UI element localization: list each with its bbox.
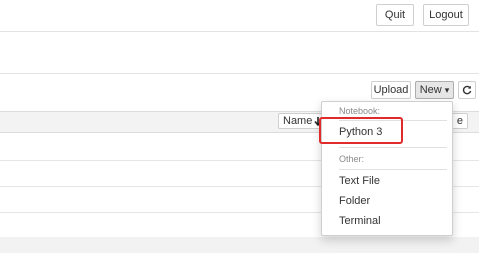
menu-divider <box>339 147 447 148</box>
jupyter-file-browser: Quit Logout Upload New ▾ Name e Notebook… <box>0 0 479 253</box>
page-footer <box>0 237 479 253</box>
menu-item-text-file[interactable]: Text File <box>339 175 380 187</box>
toolbar-divider <box>0 73 479 74</box>
new-dropdown-button[interactable]: New ▾ <box>415 81 454 99</box>
name-column-label: Name <box>283 115 313 127</box>
header-divider <box>0 31 479 32</box>
quit-button[interactable]: Quit <box>376 4 414 26</box>
other-section-header: Other: <box>339 154 365 164</box>
menu-divider <box>339 169 447 170</box>
notebook-section-header: Notebook: <box>339 106 381 116</box>
refresh-icon <box>462 85 472 95</box>
chevron-down-icon: ▾ <box>444 84 450 95</box>
menu-item-folder[interactable]: Folder <box>339 195 370 207</box>
upload-button[interactable]: Upload <box>371 81 411 99</box>
logout-button[interactable]: Logout <box>423 4 469 26</box>
python3-highlight-annotation <box>319 117 403 144</box>
refresh-button[interactable] <box>458 81 476 99</box>
menu-item-terminal[interactable]: Terminal <box>339 215 381 227</box>
size-column-label: e <box>456 115 463 127</box>
new-button-label: New <box>419 83 442 96</box>
